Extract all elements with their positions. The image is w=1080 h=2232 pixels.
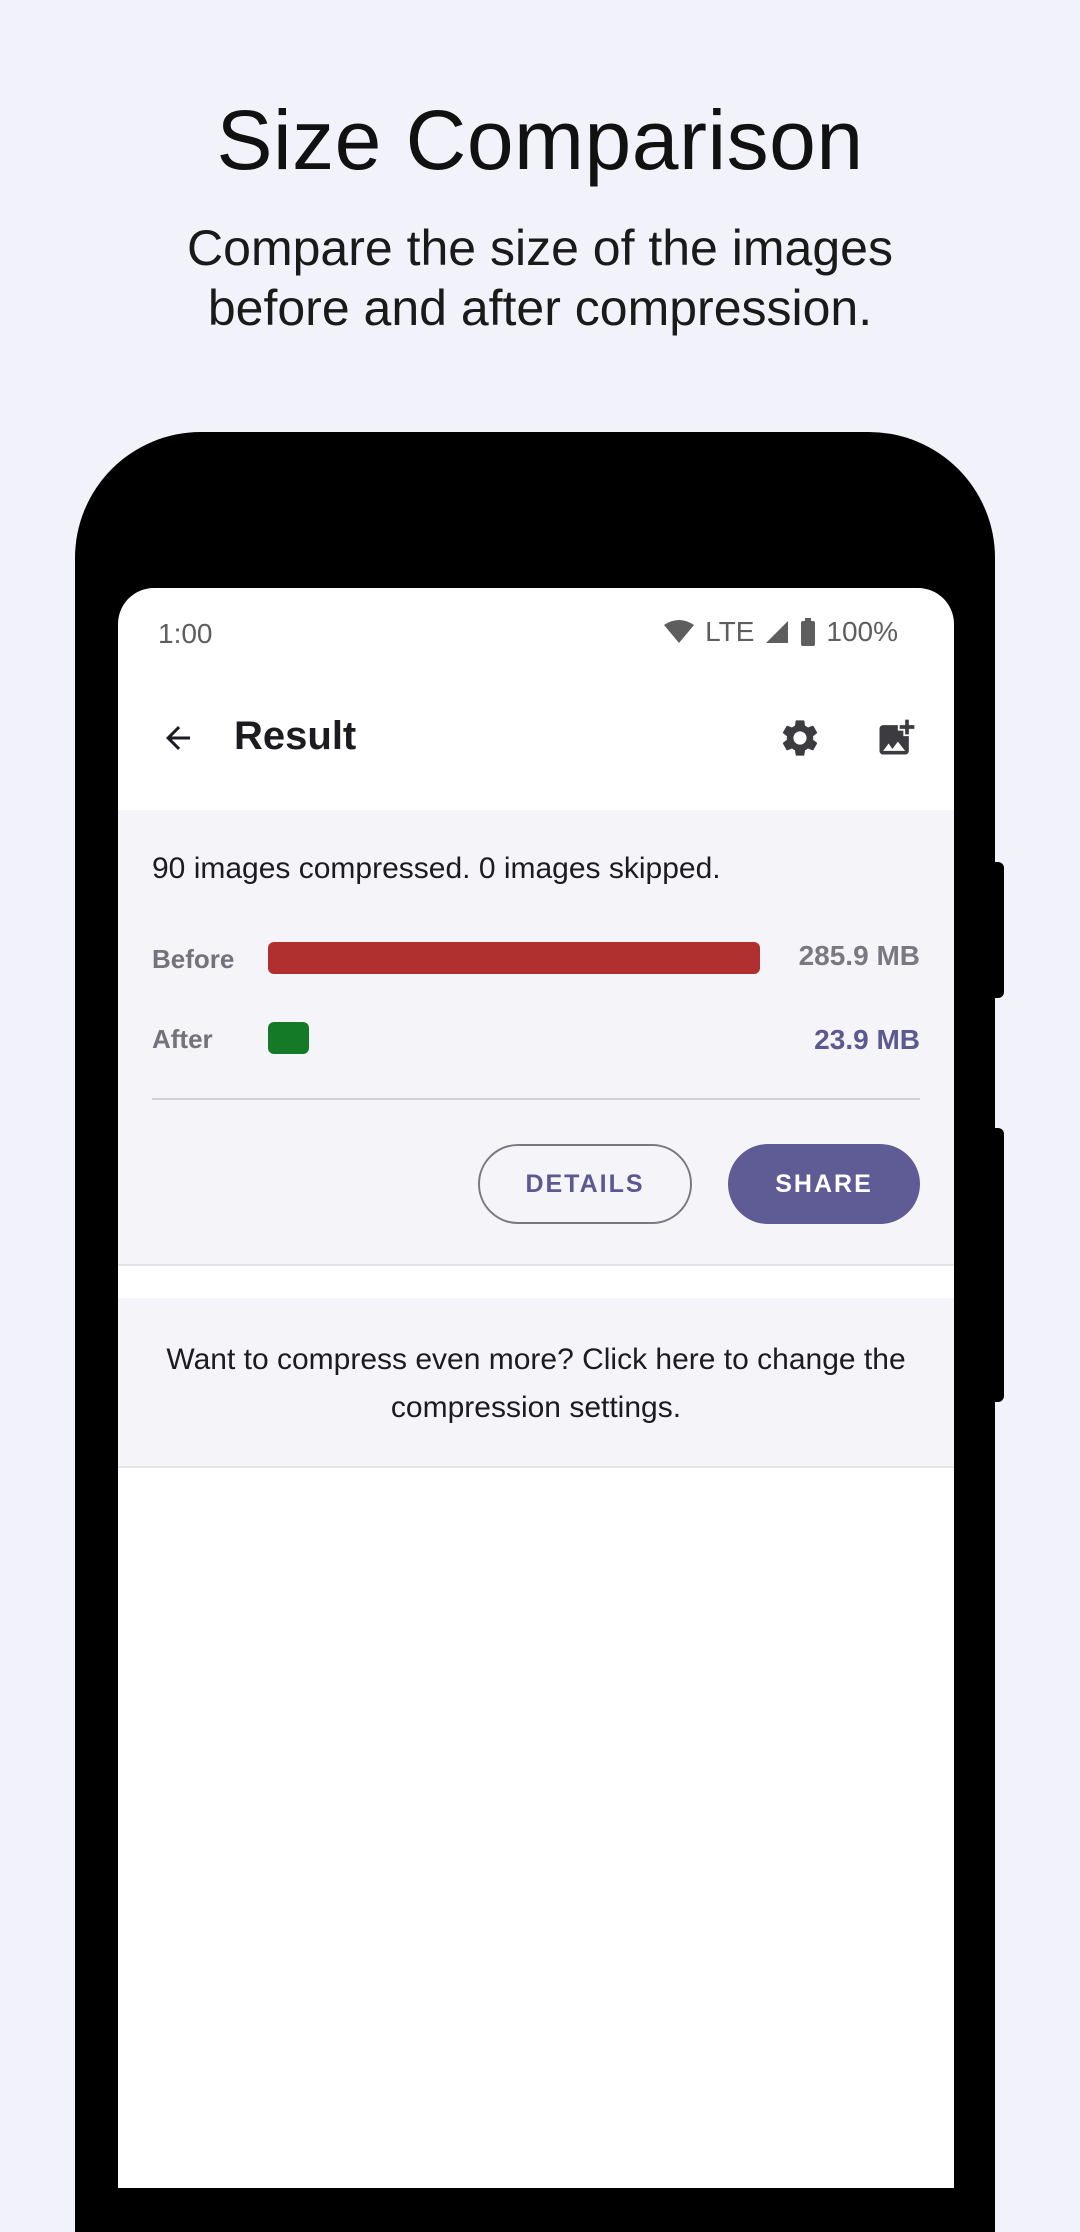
arrow-back-icon <box>160 720 196 761</box>
after-size-bar <box>268 1022 309 1054</box>
status-bar: 1:00 LTE 100% <box>118 588 954 684</box>
signal-icon <box>764 619 790 645</box>
add-images-button[interactable] <box>868 712 924 768</box>
phone-power-button <box>990 862 1004 998</box>
promo-title: Size Comparison <box>216 93 864 187</box>
before-label: Before <box>152 944 235 974</box>
status-icons: LTE 100% <box>663 616 898 648</box>
add-image-icon <box>874 716 918 765</box>
battery-level: 100% <box>826 616 898 647</box>
compression-summary: 90 images compressed. 0 images skipped. <box>152 852 721 885</box>
before-size-bar <box>268 942 760 974</box>
battery-icon <box>800 618 816 646</box>
compression-settings-hint[interactable]: Want to compress even more? Click here t… <box>118 1298 954 1468</box>
app-bar: Result <box>118 684 954 796</box>
after-label: After <box>152 1024 213 1054</box>
divider <box>152 1098 920 1100</box>
hint-text: Want to compress even more? Click here t… <box>166 1343 906 1424</box>
before-size-value: 285.9 MB <box>798 940 920 971</box>
wifi-icon <box>663 619 695 645</box>
status-time: 1:00 <box>158 618 213 649</box>
promo-subtitle: Compare the size of the images before an… <box>187 220 893 336</box>
after-size-value: 23.9 MB <box>814 1024 920 1055</box>
phone-volume-button <box>990 1128 1004 1402</box>
settings-button[interactable] <box>772 712 828 768</box>
share-button[interactable]: SHARE <box>728 1144 920 1224</box>
settings-gear-icon <box>778 716 822 765</box>
details-button[interactable]: DETAILS <box>478 1144 692 1224</box>
network-type: LTE <box>705 616 755 647</box>
app-bar-title: Result <box>234 714 357 758</box>
result-card: 90 images compressed. 0 images skipped. … <box>118 810 954 1266</box>
back-button[interactable] <box>150 712 206 768</box>
phone-screen: 1:00 LTE 100% Result 90 images compresse… <box>118 588 954 2188</box>
